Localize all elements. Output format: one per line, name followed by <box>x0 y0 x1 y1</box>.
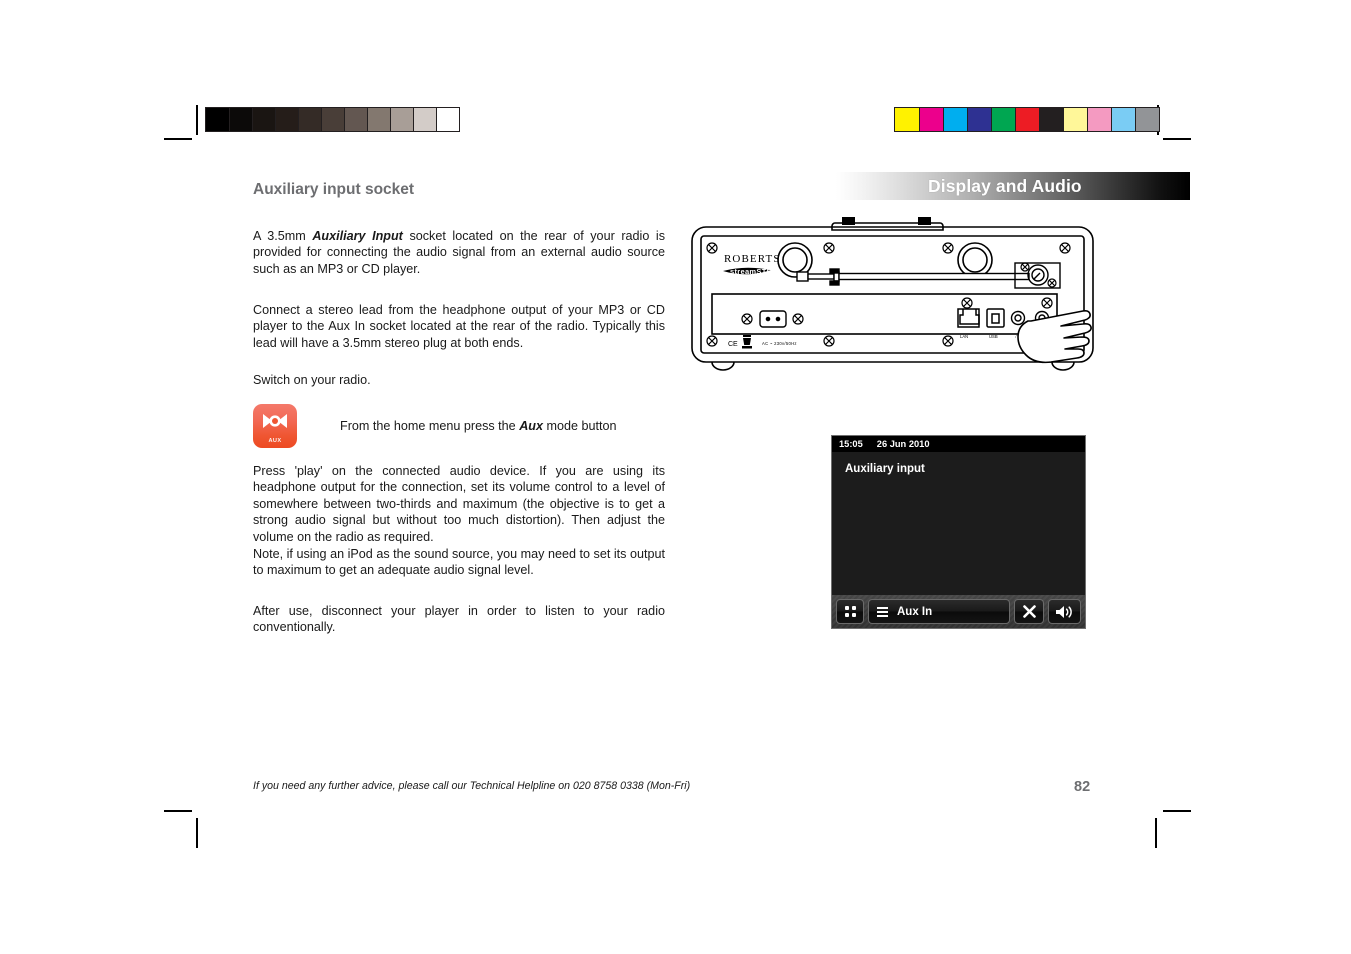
close-button[interactable] <box>1014 599 1044 624</box>
grayscale-swatch-10 <box>436 108 459 131</box>
grayscale-swatch-5 <box>321 108 344 131</box>
aux-mode-step: AUX From the home menu press the Aux mod… <box>253 404 617 448</box>
cropmark-bottom-left-vertical <box>196 818 198 848</box>
aux-icon-label: AUX <box>268 438 282 444</box>
page-number: 82 <box>1074 779 1091 795</box>
grid-icon <box>844 606 856 617</box>
mode-label: Aux In <box>897 605 933 618</box>
volume-button[interactable] <box>1048 599 1081 624</box>
cropmark-bottom-right-vertical <box>1155 818 1157 848</box>
grayscale-swatch-6 <box>344 108 367 131</box>
grayscale-swatch-9 <box>413 108 436 131</box>
footer-helpline-note: If you need any further advice, please c… <box>253 780 691 792</box>
svg-text:ROBERTS: ROBERTS <box>724 253 781 265</box>
page-title: Auxiliary input socket <box>253 181 415 198</box>
lcd-date: 26 Jun 2010 <box>876 439 930 449</box>
svg-text:CE: CE <box>728 341 738 348</box>
lcd-status-bar: 15:05 26 Jun 2010 <box>832 436 1085 452</box>
cropmark-top-left-vertical <box>196 105 198 135</box>
close-icon <box>1022 605 1036 618</box>
color-swatch-9 <box>1111 108 1135 131</box>
lcd-clock: 15:05 <box>839 439 863 449</box>
section-header-banner: Display and Audio <box>836 172 1190 200</box>
paragraph-intro-lead: A 3.5mm <box>253 229 313 243</box>
paragraph-ipod-note: Note, if using an iPod as the sound sour… <box>253 547 665 578</box>
aux-caption-rest: mode button <box>543 419 617 433</box>
svg-text:LAN: LAN <box>960 334 968 339</box>
color-swatch-0 <box>895 108 919 131</box>
paragraph-volume-instructions: Press 'play' on the connected audio devi… <box>253 464 665 544</box>
color-swatch-7 <box>1063 108 1087 131</box>
grayscale-swatch-3 <box>275 108 298 131</box>
color-swatch-8 <box>1087 108 1111 131</box>
lcd-toolbar: Aux In <box>832 595 1085 628</box>
cropmark-top-right-horizontal <box>1163 138 1191 140</box>
lcd-heading: Auxiliary input <box>845 463 925 475</box>
cropmark-bottom-right-horizontal <box>1163 810 1191 812</box>
svg-text:AC ~ 230v/50Hz: AC ~ 230v/50Hz <box>762 341 797 346</box>
auxiliary-input-emphasis: Auxiliary Input <box>312 229 403 243</box>
home-grid-button[interactable] <box>836 599 864 624</box>
lcd-display-mock: 15:05 26 Jun 2010 Auxiliary input Aux In <box>831 435 1086 629</box>
color-swatch-10 <box>1135 108 1159 131</box>
grayscale-swatch-2 <box>252 108 275 131</box>
grayscale-swatch-7 <box>367 108 390 131</box>
paragraph-connect-lead: Connect a stereo lead from the headphone… <box>253 303 665 350</box>
aux-caption-emphasis: Aux <box>519 419 543 433</box>
grayscale-swatch-1 <box>229 108 252 131</box>
aux-step-caption: From the home menu press the Aux mode bu… <box>340 419 617 433</box>
color-swatch-2 <box>943 108 967 131</box>
color-swatch-6 <box>1039 108 1063 131</box>
svg-text:USB: USB <box>989 334 998 339</box>
cropmark-bottom-left-horizontal <box>164 810 192 812</box>
mode-menu-button[interactable]: Aux In <box>868 599 1010 624</box>
color-swatch-1 <box>919 108 943 131</box>
menu-icon <box>877 606 888 617</box>
color-swatch-4 <box>991 108 1015 131</box>
paragraph-after-use: After use, disconnect your player in ord… <box>253 604 665 635</box>
grayscale-calibration-strip <box>205 107 460 132</box>
aux-caption-lead: From the home menu press the <box>340 419 520 433</box>
cropmark-top-left-horizontal <box>164 138 192 140</box>
lcd-content-area: Auxiliary input <box>832 452 1085 597</box>
grayscale-swatch-0 <box>206 108 229 131</box>
speaker-icon <box>1056 605 1072 618</box>
section-header-title: Display and Audio <box>928 175 1082 196</box>
color-swatch-3 <box>967 108 991 131</box>
grayscale-swatch-8 <box>390 108 413 131</box>
color-calibration-strip <box>894 107 1160 132</box>
grayscale-swatch-4 <box>298 108 321 131</box>
aux-symbol-icon <box>253 412 297 430</box>
radio-rear-panel-illustration: ROBERTS streamSTREAM CE AC ~ 230v/50Hz L… <box>690 215 1095 385</box>
aux-mode-button-icon[interactable]: AUX <box>253 404 297 448</box>
color-swatch-5 <box>1015 108 1039 131</box>
paragraph-intro: A 3.5mm Auxiliary Input socket located o… <box>253 228 665 277</box>
paragraph-switch-on: Switch on your radio. <box>253 373 371 387</box>
